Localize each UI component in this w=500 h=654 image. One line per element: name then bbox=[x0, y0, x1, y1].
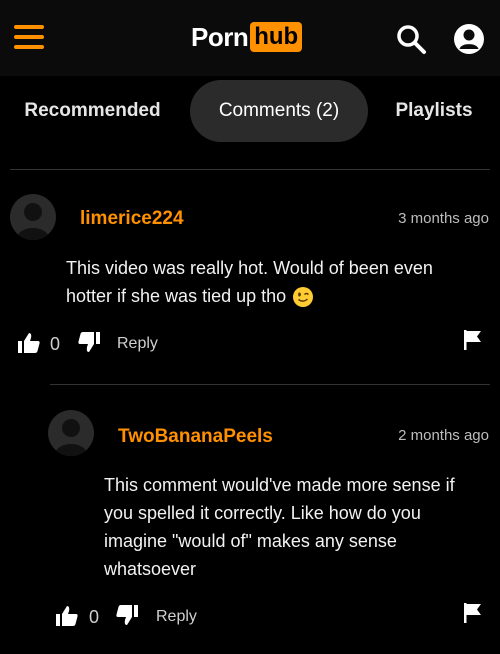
top-bar: Porn hub bbox=[0, 0, 500, 76]
reply-divider bbox=[50, 384, 490, 385]
comment-text: This comment would've made more sense if… bbox=[104, 475, 455, 579]
comment-text-content: This video was really hot. Would of been… bbox=[66, 258, 433, 306]
avatar[interactable] bbox=[48, 410, 94, 456]
thumbs-up-icon[interactable] bbox=[56, 606, 78, 626]
flag-icon[interactable] bbox=[464, 330, 482, 350]
search-icon[interactable] bbox=[395, 23, 427, 55]
like-count: 0 bbox=[89, 607, 100, 627]
flag-icon[interactable] bbox=[464, 603, 482, 623]
tab-divider bbox=[10, 169, 490, 170]
comment-timestamp: 2 months ago bbox=[398, 427, 489, 444]
user-icon[interactable] bbox=[453, 23, 485, 55]
thumbs-up-icon[interactable] bbox=[18, 333, 40, 353]
logo-text-hub: hub bbox=[250, 22, 303, 52]
comment-text: This video was really hot. Would of been… bbox=[66, 254, 476, 310]
thumbs-down-icon[interactable] bbox=[78, 332, 100, 352]
winking-face-emoji-icon bbox=[293, 287, 314, 308]
comment-username[interactable]: limerice224 bbox=[80, 208, 184, 230]
reply-button[interactable]: Reply bbox=[117, 335, 158, 353]
avatar-silhouette-icon bbox=[54, 419, 88, 456]
comment-username[interactable]: TwoBananaPeels bbox=[118, 426, 273, 448]
site-logo[interactable]: Porn hub bbox=[191, 21, 303, 53]
tab-bar: Recommended Comments (2) Playlists bbox=[0, 80, 500, 142]
comment-timestamp: 3 months ago bbox=[398, 210, 489, 227]
reply-button[interactable]: Reply bbox=[156, 608, 197, 626]
like-count: 0 bbox=[50, 334, 61, 354]
hamburger-menu-icon[interactable] bbox=[14, 25, 44, 49]
avatar[interactable] bbox=[10, 194, 56, 240]
tab-playlists[interactable]: Playlists bbox=[384, 80, 484, 142]
thumbs-down-icon[interactable] bbox=[116, 605, 138, 625]
logo-text-porn: Porn bbox=[191, 21, 249, 52]
avatar-silhouette-icon bbox=[16, 203, 50, 240]
tab-comments[interactable]: Comments (2) bbox=[190, 80, 368, 142]
tab-recommended[interactable]: Recommended bbox=[10, 80, 175, 142]
